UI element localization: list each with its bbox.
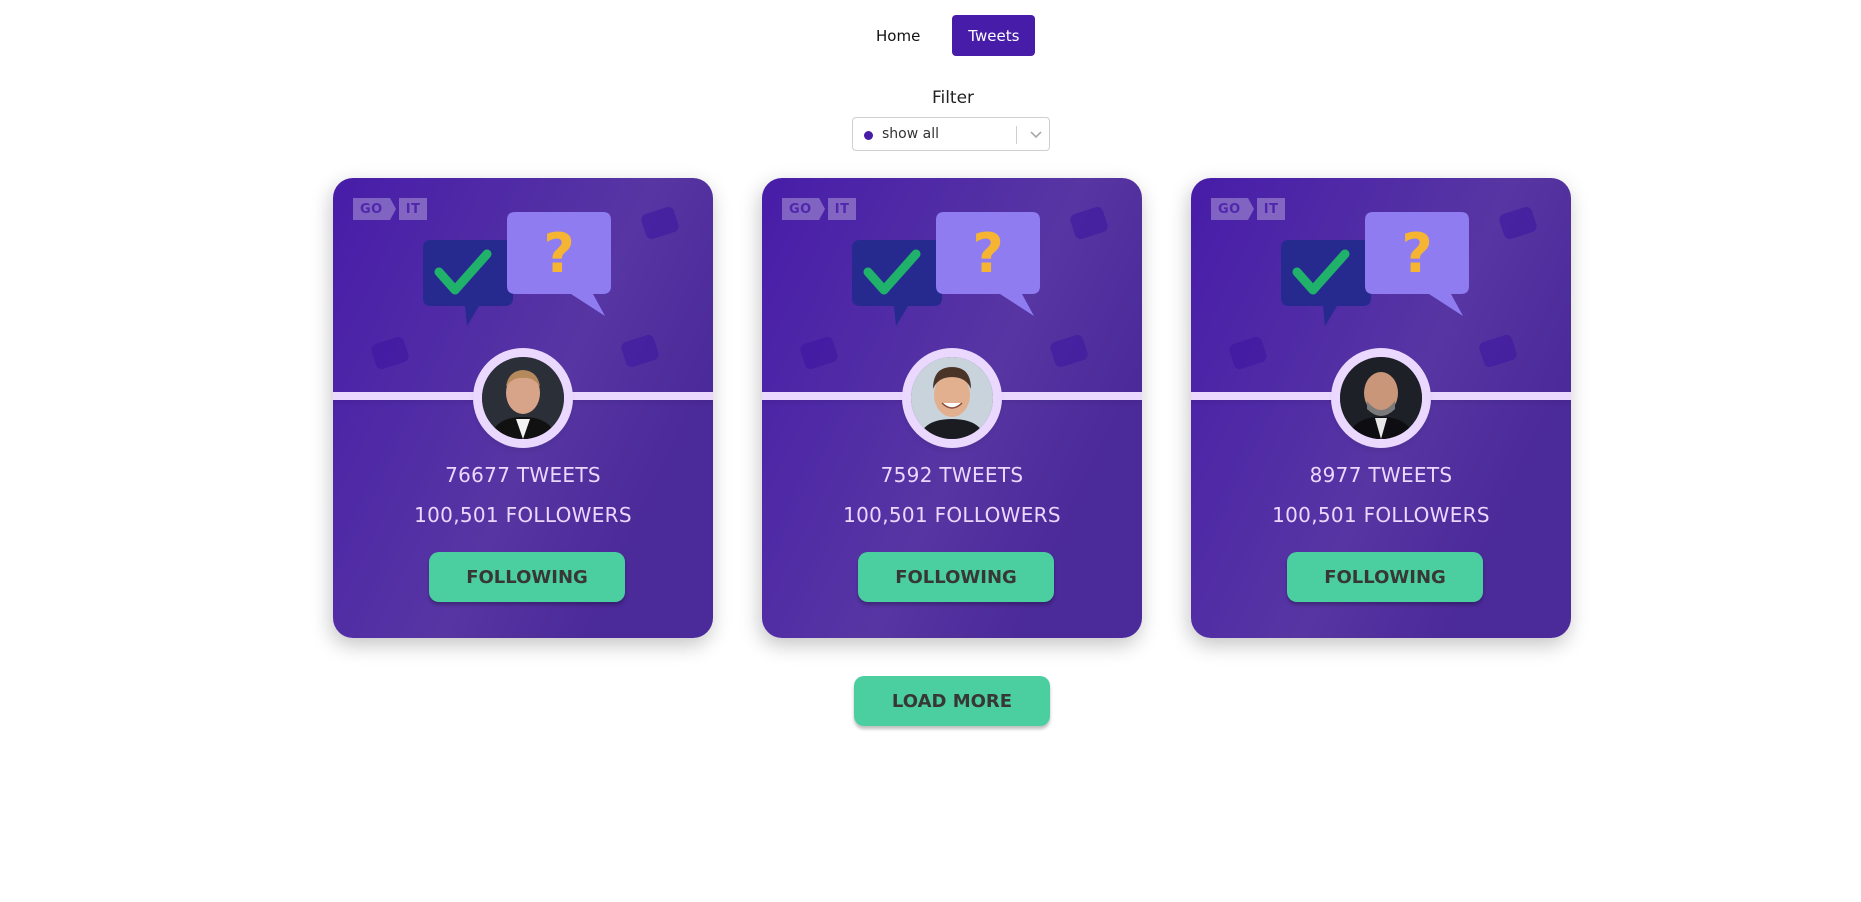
filter-separator <box>1016 126 1017 144</box>
logo-arrow-icon <box>818 198 825 220</box>
logo-arrow-icon <box>389 198 396 220</box>
decor-bubble-icon <box>1048 333 1090 369</box>
decor-bubble-icon <box>1477 333 1519 369</box>
logo-go-text: GO <box>353 198 390 220</box>
decor-bubble-icon <box>619 333 661 369</box>
svg-text:?: ? <box>1401 222 1432 285</box>
goit-logo: GO IT <box>782 198 857 220</box>
user-card: GO IT ? 8977 TWEETS 100,501 FOLLOWERS FO… <box>1191 178 1571 638</box>
avatar-ring <box>473 348 573 448</box>
decor-bubble-icon <box>1497 205 1539 241</box>
chevron-down-icon[interactable] <box>1029 124 1043 148</box>
avatar <box>911 357 993 439</box>
filter-selected-value: show all <box>882 126 939 142</box>
followers-count: 100,501 FOLLOWERS <box>1272 503 1490 527</box>
decor-bubble-icon <box>1068 205 1110 241</box>
avatar-ring <box>1331 348 1431 448</box>
following-button[interactable]: FOLLOWING <box>1287 552 1483 602</box>
chat-bubbles-illustration-icon: ? <box>1281 212 1469 326</box>
filter-select[interactable]: show all <box>852 117 1050 151</box>
goit-logo: GO IT <box>1211 198 1286 220</box>
logo-arrow-icon <box>1247 198 1254 220</box>
load-more-button[interactable]: LOAD MORE <box>854 676 1050 726</box>
nav-home-link[interactable]: Home <box>860 15 936 56</box>
chat-bubbles-illustration-icon: ? <box>852 212 1040 326</box>
avatar-photo-icon <box>482 357 564 439</box>
following-button[interactable]: FOLLOWING <box>858 552 1054 602</box>
avatar-photo-icon <box>1340 357 1422 439</box>
nav-tweets-link[interactable]: Tweets <box>952 15 1036 56</box>
top-nav: Home Tweets <box>860 15 1036 56</box>
followers-count: 100,501 FOLLOWERS <box>843 503 1061 527</box>
tweets-count: 8977 TWEETS <box>1309 463 1453 487</box>
followers-count: 100,501 FOLLOWERS <box>414 503 632 527</box>
logo-go-text: GO <box>782 198 819 220</box>
svg-text:?: ? <box>972 222 1003 285</box>
filter-label: Filter <box>931 88 975 108</box>
tweets-count: 76677 TWEETS <box>445 463 601 487</box>
decor-bubble-icon <box>639 205 681 241</box>
avatar-ring <box>902 348 1002 448</box>
svg-text:?: ? <box>543 222 574 285</box>
tweets-count: 7592 TWEETS <box>880 463 1024 487</box>
user-card: GO IT ? 76677 TWEETS 100,501 FOLLOWERS F… <box>333 178 713 638</box>
avatar <box>482 357 564 439</box>
goit-logo: GO IT <box>353 198 428 220</box>
avatar <box>1340 357 1422 439</box>
decor-bubble-icon <box>798 335 840 371</box>
decor-bubble-icon <box>369 335 411 371</box>
decor-bubble-icon <box>1227 335 1269 371</box>
logo-go-text: GO <box>1211 198 1248 220</box>
following-button[interactable]: FOLLOWING <box>429 552 625 602</box>
filter-dot-icon <box>864 131 873 140</box>
chat-bubbles-illustration-icon: ? <box>423 212 611 326</box>
user-card: GO IT ? 7592 TWEETS 100,501 FOLLOWERS FO… <box>762 178 1142 638</box>
avatar-photo-icon <box>911 357 993 439</box>
